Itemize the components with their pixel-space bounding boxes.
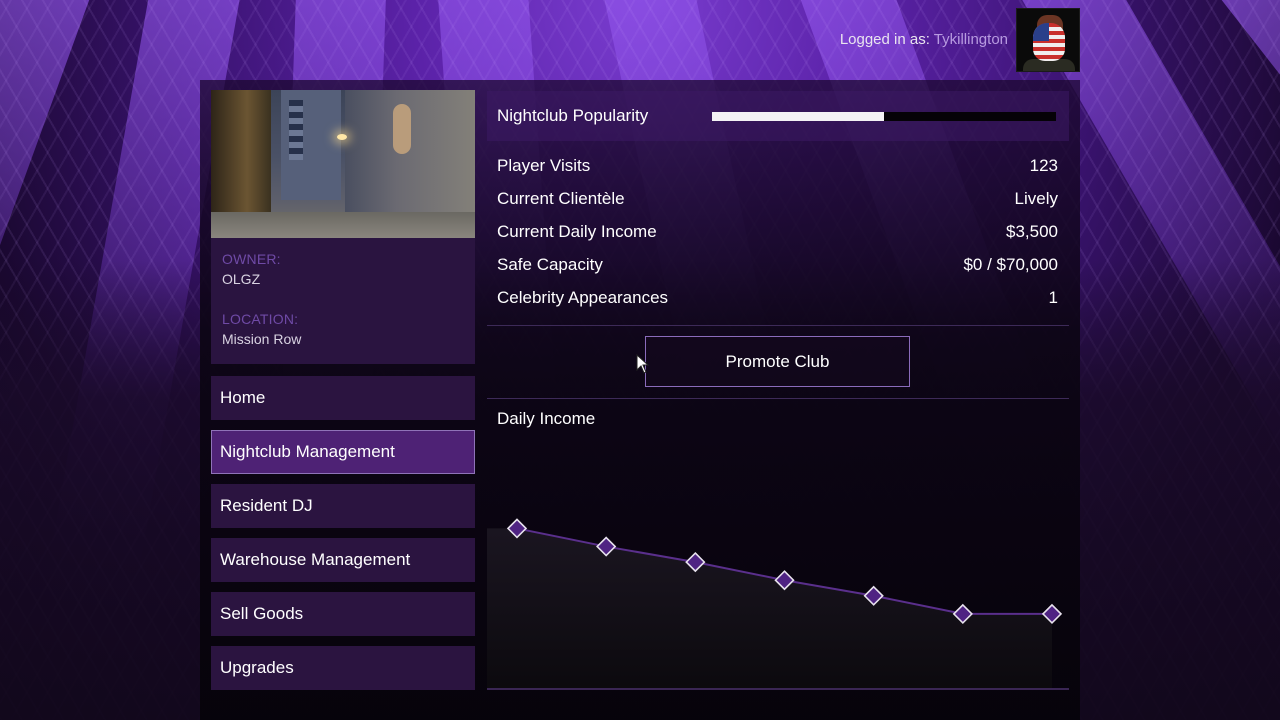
menu-item-upgrades[interactable]: Upgrades	[211, 646, 475, 690]
stat-label-player-visits: Player Visits	[497, 156, 591, 175]
owner-label: OWNER:	[222, 251, 281, 267]
stat-label-safe-capacity: Safe Capacity	[497, 255, 603, 274]
menu-item-warehouse-management[interactable]: Warehouse Management	[211, 538, 475, 582]
stat-value-celebrity-appearances: 1	[1048, 288, 1058, 307]
popularity-label: Nightclub Popularity	[497, 106, 649, 125]
stat-value-daily-income: $3,500	[1006, 222, 1058, 241]
login-status: Logged in as: Tykillington	[840, 31, 1008, 48]
popularity-bar	[712, 112, 1056, 121]
logged-in-label: Logged in as:	[839, 31, 930, 48]
menu-item-nightclub-management[interactable]: Nightclub Management	[211, 430, 475, 474]
divider	[487, 325, 1069, 326]
stat-label-daily-income: Current Daily Income	[497, 222, 657, 241]
stat-label-celebrity-appearances: Celebrity Appearances	[497, 288, 669, 307]
stat-label-clientele: Current Clientèle	[497, 189, 625, 208]
stat-value-clientele: Lively	[1014, 189, 1058, 208]
chart-title: Daily Income	[497, 409, 596, 428]
menu-item-resident-dj[interactable]: Resident DJ	[211, 484, 475, 528]
player-avatar	[1016, 8, 1080, 72]
stat-value-player-visits: 123	[1029, 156, 1058, 175]
owner-value: OLGZ	[222, 271, 261, 287]
property-info: OWNER: OLGZ LOCATION: Mission Row	[211, 238, 475, 364]
location-value: Mission Row	[222, 331, 302, 347]
daily-income-chart	[487, 518, 1069, 690]
menu-item-sell-goods[interactable]: Sell Goods	[211, 592, 475, 636]
property-photo	[211, 90, 475, 238]
promote-club-button[interactable]: Promote Club	[645, 336, 910, 387]
menu-item-home[interactable]: Home	[211, 376, 475, 420]
username: Tykillington	[933, 31, 1008, 48]
location-label: LOCATION:	[222, 311, 299, 327]
popularity-bar-fill	[712, 112, 884, 121]
divider	[487, 398, 1069, 399]
mouse-cursor-icon	[636, 354, 650, 374]
stat-value-safe-capacity: $0 / $70,000	[963, 255, 1058, 274]
